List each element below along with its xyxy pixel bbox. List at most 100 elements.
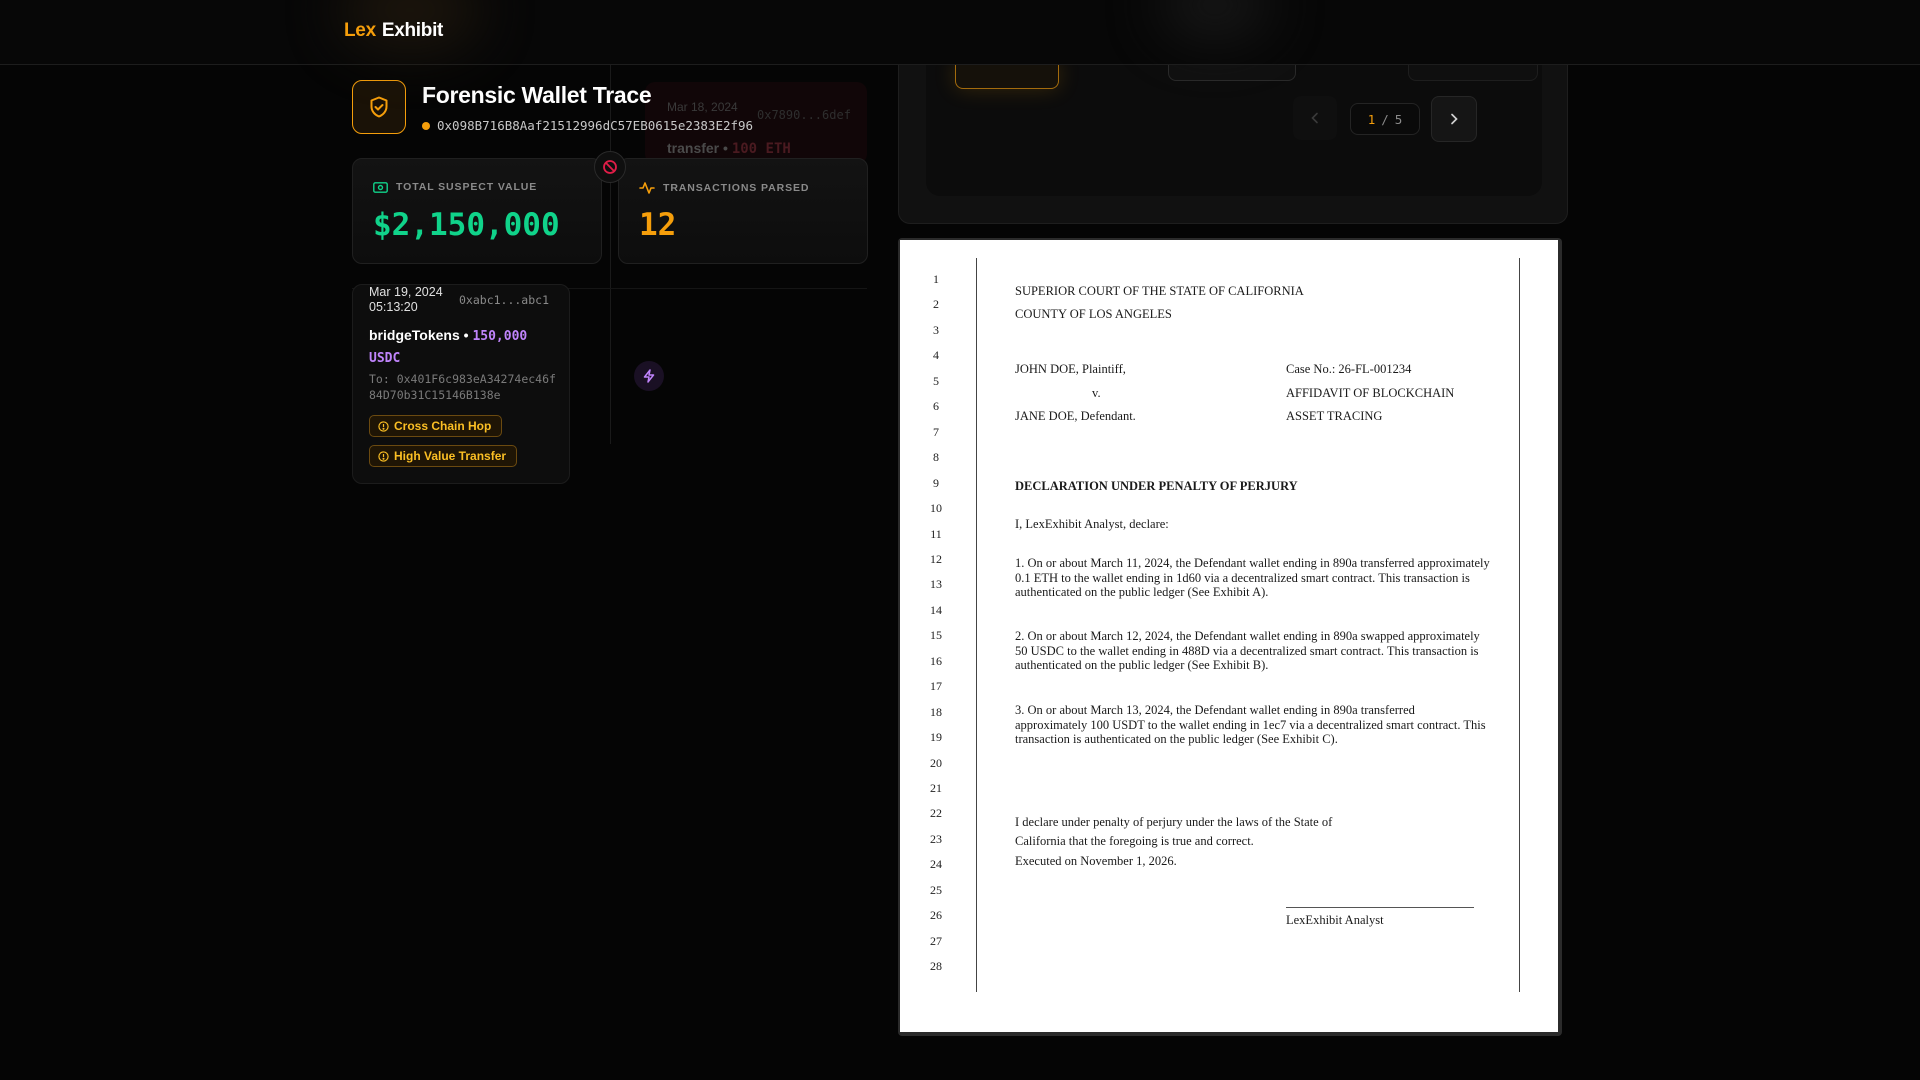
line-number: 24 [930,857,942,872]
affidavit-document[interactable]: 1 2 3 4 5 6 7 8 9 10 11 12 13 14 15 16 17 18 19 20 21 22 23 24 2… [900,240,1558,1032]
tag-label: Cross Chain Hop [394,419,492,433]
chevron-right-icon [1451,113,1458,125]
stat-label: TOTAL SUSPECT VALUE [373,181,537,193]
line-number: 19 [930,730,942,745]
prev-page-button[interactable] [1293,96,1337,140]
tx-method-row: bridgeTokens • 150,000 USDC [369,325,559,369]
total-pages: 5 [1394,111,1403,127]
page-title: Forensic Wallet Trace [422,82,652,108]
line-number: 6 [933,399,939,414]
line-number: 13 [930,577,942,592]
tx-hash[interactable]: 0xabc1...abc1 [459,293,549,307]
margin-line-left [976,258,977,992]
line-number: 20 [930,755,942,770]
declaration-intro: I, LexExhibit Analyst, declare: [1015,517,1169,531]
ghost-event-method: transfer [667,140,720,156]
suspect-value-label: TOTAL SUSPECT VALUE [396,181,538,193]
tag-high-value-transfer[interactable]: High Value Transfer [369,445,518,467]
closing-line-1: I declare under penalty of perjury under… [1015,815,1333,829]
logo-exhibit: Exhibit [381,20,444,41]
margin-line-right [1519,258,1520,992]
line-number: 25 [930,882,942,897]
line-number: 26 [930,908,942,923]
line-number: 1 [933,272,939,286]
line-number: 5 [933,373,939,388]
declaration-heading: DECLARATION UNDER PENALTY OF PERJURY [1015,479,1298,493]
header-badge [352,80,406,134]
ghost-event-hash: 0x7890...6def [757,108,851,122]
suspect-value: $2,150,000 [373,207,560,243]
tx-date-day: Mar 19, 2024 [369,285,443,299]
line-number: 21 [930,781,942,795]
chevron-left-icon [1311,112,1318,124]
line-number: 16 [930,653,942,668]
plaintiff: JOHN DOE, Plaintiff, [1015,362,1126,376]
shield-check-icon [370,96,388,118]
tx-recipient[interactable]: To: 0x401F6c983eA34274ec46f84D70b31C1514… [369,371,559,403]
tag-label: High Value Transfer [394,449,507,463]
wallet-address-row: 0x098B716B8Aaf21512996dC57EB0615e2383E2f… [422,118,753,133]
block-badge[interactable] [594,151,626,183]
transactions-value: 12 [639,207,677,243]
stat-card-transactions: TRANSACTIONS PARSED 12 [618,158,868,264]
line-number: 14 [930,602,942,617]
line-number: 2 [933,297,939,312]
execution-date: Executed on November 1, 2026. [1015,854,1177,868]
ghost-event-bullet: • [723,140,728,156]
line-number: 15 [930,628,942,643]
line-number: 23 [930,831,942,846]
current-page: 1 [1367,111,1376,127]
bolt-icon [643,369,655,383]
signature-line [1286,907,1474,908]
wallet-address[interactable]: 0x098B716B8Aaf21512996dC57EB0615e2383E2f… [437,118,753,133]
bridge-node[interactable] [634,361,664,391]
defendant: JANE DOE, Defendant. [1015,409,1136,423]
court-name: SUPERIOR COURT OF THE STATE OF CALIFORNI… [1015,284,1304,298]
line-number: 4 [933,348,939,363]
paragraph-2: 2. On or about March 12, 2024, the Defen… [1015,629,1480,673]
ghost-event-amount: 100 ETH [731,141,791,157]
line-number: 10 [930,501,942,516]
dollar-bill-icon [373,181,388,193]
document-title-cont: ASSET TRACING [1286,409,1383,423]
stat-label: TRANSACTIONS PARSED [639,181,809,195]
block-icon [603,160,617,174]
status-dot [422,121,430,130]
line-number: 17 [930,679,942,694]
page-separator: / [1381,111,1389,127]
line-number: 8 [933,450,939,465]
line-number: 27 [930,933,942,948]
line-number: 11 [930,526,942,541]
page-indicator: 1 / 5 [1350,103,1420,135]
tx-date-time: 05:13:20 [369,300,418,314]
line-number: 28 [930,959,942,974]
paragraph-1: 1. On or about March 11, 2024, the Defen… [1015,556,1490,600]
line-number: 12 [930,551,942,566]
ghost-event-date: Mar 18, 2024 [667,100,738,114]
closing-line-2: California that the foregoing is true an… [1015,834,1254,848]
case-number: Case No.: 26-FL-001234 [1286,362,1412,376]
tx-date: Mar 19, 2024 05:13:20 [369,285,443,315]
transaction-card[interactable]: Mar 19, 2024 05:13:20 0xabc1...abc1 brid… [352,284,570,484]
line-number: 3 [933,322,939,337]
next-page-button[interactable] [1431,96,1477,142]
tag-cross-chain-hop[interactable]: Cross Chain Hop [369,415,503,437]
app-logo[interactable]: Lex Exhibit [344,20,443,42]
tx-bullet: • [463,327,469,343]
alert-circle-icon [378,450,389,462]
signature-name: LexExhibit Analyst [1286,913,1384,927]
line-number: 7 [933,424,939,439]
ghost-event-tx: transfer • 100 ETH [667,140,791,157]
versus: v. [1092,386,1101,400]
stat-card-suspect-value: TOTAL SUSPECT VALUE $2,150,000 [352,158,602,264]
line-number: 22 [930,806,942,821]
top-bar: Lex Exhibit [0,0,1920,65]
court-county: COUNTY OF LOS ANGELES [1015,307,1172,321]
logo-lex: Lex [344,20,376,41]
top-glow [1160,0,1270,40]
alert-circle-icon [378,420,389,432]
graph-node-selected[interactable] [955,62,1059,89]
line-number: 9 [933,475,939,490]
document-title: AFFIDAVIT OF BLOCKCHAIN [1286,386,1455,400]
tx-method: bridgeTokens [369,327,460,343]
